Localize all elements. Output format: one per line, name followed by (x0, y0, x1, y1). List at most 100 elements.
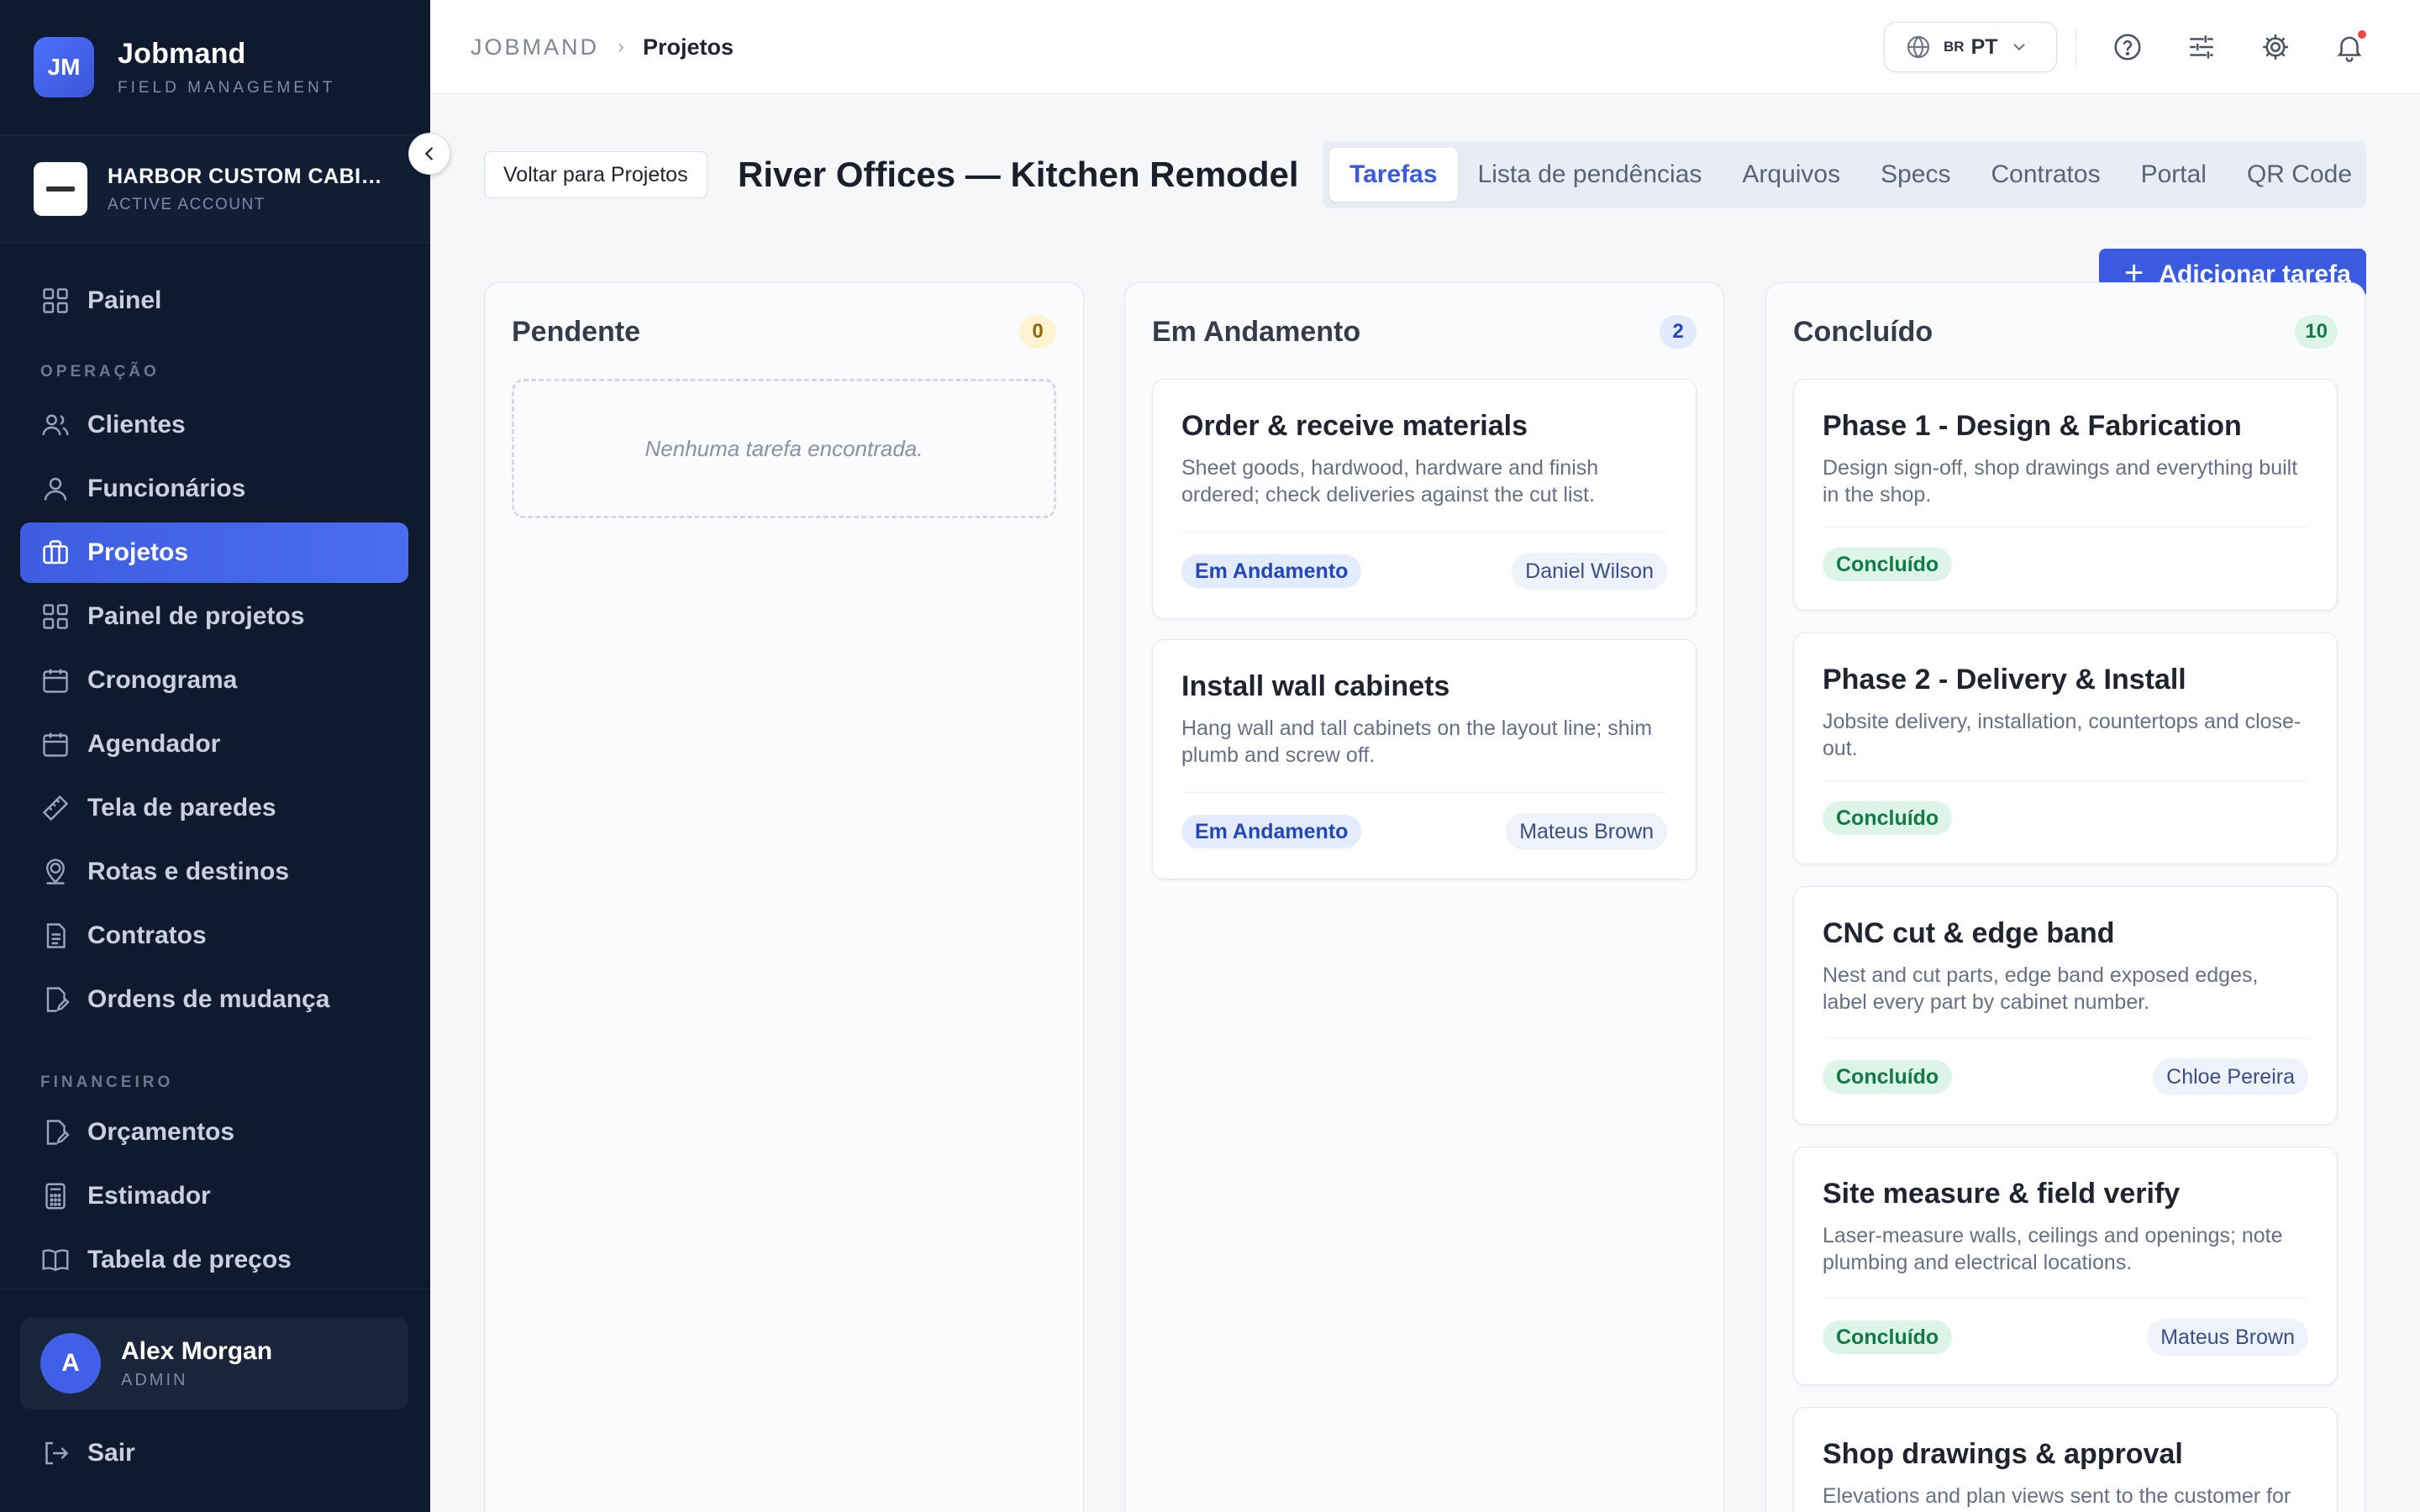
logout-button[interactable]: Sair (40, 1438, 135, 1468)
sidebar-item-rotas-e-destinos[interactable]: Rotas e destinos (20, 842, 408, 902)
task-description: Sheet goods, hardwood, hardware and fini… (1181, 456, 1599, 507)
topbar: JOBMAND › Projetos BR PT (430, 0, 2420, 94)
task-description: Laser-measure walls, ceilings and openin… (1823, 1224, 2283, 1274)
brand-name: Jobmand (118, 37, 246, 70)
tab-qr-code[interactable]: QR Code (2227, 148, 2372, 202)
language-selector[interactable]: BR PT (1884, 22, 2057, 72)
task-card[interactable]: Shop drawings & approval Elevations and … (1793, 1407, 2338, 1512)
assignee-chip[interactable]: Chloe Pereira (2153, 1058, 2308, 1095)
breadcrumb-current: Projetos (643, 34, 734, 60)
grid-icon (43, 604, 68, 629)
notification-dot (2356, 29, 2368, 40)
sidebar-item-label: Contratos (87, 921, 207, 949)
task-title: Site measure & field verify (1823, 1178, 2181, 1210)
sidebar-item-tela-de-paredes[interactable]: Tela de paredes (20, 778, 408, 838)
brand-subtitle: FIELD MANAGEMENT (118, 78, 336, 97)
sidebar-item-funcionarios[interactable]: Funcionários (20, 459, 408, 519)
calculator-icon (45, 1183, 66, 1210)
gear-icon (2262, 34, 2289, 60)
column-count-badge: 0 (1019, 315, 1056, 349)
user-icon (44, 477, 67, 501)
status-badge: Em Andamento (1181, 815, 1362, 848)
sidebar-item-estimador[interactable]: Estimador (20, 1166, 408, 1226)
tab-specs[interactable]: Specs (1860, 148, 1970, 202)
back-to-projects-button[interactable]: Voltar para Projetos (484, 151, 708, 198)
language-flag: BR (1944, 39, 1965, 55)
sidebar-item-painel-de-projetos[interactable]: Painel de projetos (20, 586, 408, 647)
task-description: Nest and cut parts, edge band exposed ed… (1823, 963, 2259, 1014)
sidebar-item-cronograma[interactable]: Cronograma (20, 650, 408, 711)
sidebar-item-contratos[interactable]: Contratos (20, 906, 408, 966)
notifications-button[interactable] (2331, 29, 2368, 66)
account-logo (34, 162, 87, 216)
user-name: Alex Morgan (121, 1336, 273, 1365)
task-card[interactable]: Phase 2 - Delivery & Install Jobsite del… (1793, 633, 2338, 864)
chevron-left-icon (425, 147, 433, 160)
sidebar-item-label: Painel (87, 286, 162, 314)
sidebar-item-label: Orçamentos (87, 1118, 235, 1146)
sidebar-item-label: Ordens de mudança (87, 985, 330, 1013)
help-button[interactable] (2109, 29, 2146, 66)
task-title: CNC cut & edge band (1823, 917, 2115, 949)
sidebar-item-label: Cronograma (87, 666, 238, 694)
page-title: River Offices — Kitchen Remodel (738, 155, 1299, 194)
brand[interactable]: JM Jobmand FIELD MANAGEMENT (34, 37, 335, 97)
nav-section-financeiro: FINANCEIRO (40, 1074, 174, 1091)
status-badge: Concluído (1823, 1320, 1953, 1354)
assignee-chip[interactable]: Mateus Brown (1506, 813, 1667, 850)
account-switcher[interactable]: HARBOR CUSTOM CABIN... ACTIVE ACCOUNT (0, 134, 430, 244)
topbar-divider (2075, 29, 2076, 66)
book-icon (42, 1249, 69, 1272)
task-title: Shop drawings & approval (1823, 1438, 2183, 1470)
sidebar-item-projetos[interactable]: Projetos (20, 522, 408, 583)
user-role: ADMIN (121, 1370, 188, 1389)
task-card[interactable]: Install wall cabinets Hang wall and tall… (1152, 639, 1697, 879)
tab-arquivos[interactable]: Arquivos (1722, 148, 1860, 202)
sidebar-item-label: Tabela de preços (87, 1246, 292, 1273)
sidebar-item-tabela-de-precos[interactable]: Tabela de preços (20, 1230, 408, 1290)
tab-portal[interactable]: Portal (2121, 148, 2227, 202)
user-profile[interactable]: A Alex Morgan ADMIN (20, 1317, 408, 1410)
chevron-down-icon (2013, 44, 2025, 51)
collapse-sidebar-button[interactable] (408, 133, 450, 175)
project-tabs: Tarefas Lista de pendências Arquivos Spe… (1323, 141, 2366, 208)
column-title: Pendente (512, 315, 641, 348)
breadcrumb-root[interactable]: JOBMAND (471, 34, 599, 60)
users-icon (42, 414, 69, 436)
brand-logo: JM (34, 37, 94, 97)
task-description: Hang wall and tall cabinets on the layou… (1181, 717, 1653, 767)
task-card[interactable]: Order & receive materials Sheet goods, h… (1152, 379, 1697, 619)
account-name: HARBOR CUSTOM CABIN... (108, 164, 393, 188)
assignee-chip[interactable]: Mateus Brown (2147, 1319, 2308, 1356)
calendar-icon (43, 732, 68, 757)
task-title: Install wall cabinets (1181, 670, 1450, 702)
sidebar-item-label: Projetos (87, 538, 189, 566)
task-card[interactable]: CNC cut & edge band Nest and cut parts, … (1793, 886, 2338, 1125)
filters-button[interactable] (2183, 29, 2220, 66)
column-count-badge: 2 (1660, 315, 1697, 349)
ruler-icon (42, 795, 69, 822)
tab-tarefas[interactable]: Tarefas (1329, 148, 1458, 202)
task-card[interactable]: Site measure & field verify Laser-measur… (1793, 1147, 2338, 1385)
status-badge: Concluído (1823, 548, 1953, 581)
task-title: Order & receive materials (1181, 410, 1528, 442)
task-description: Elevations and plan views sent to the cu… (1823, 1484, 2291, 1508)
avatar: A (40, 1333, 101, 1394)
sidebar-item-painel[interactable]: Painel (20, 270, 408, 331)
sidebar-item-orcamentos[interactable]: Orçamentos (20, 1102, 408, 1163)
nav-section-operacao: OPERAÇÃO (40, 363, 160, 381)
tab-contratos[interactable]: Contratos (1971, 148, 2121, 202)
document-icon (46, 923, 66, 948)
task-card[interactable]: Phase 1 - Design & Fabrication Design si… (1793, 379, 2338, 611)
tab-lista-de-pendencias[interactable]: Lista de pendências (1458, 148, 1723, 202)
sidebar-item-ordens-de-mudanca[interactable]: Ordens de mudança (20, 969, 408, 1030)
sidebar-item-clientes[interactable]: Clientes (20, 395, 408, 455)
sliders-icon (2190, 35, 2213, 59)
assignee-chip[interactable]: Daniel Wilson (1512, 553, 1667, 590)
sidebar-item-label: Rotas e destinos (87, 858, 290, 885)
status-badge: Em Andamento (1181, 554, 1362, 588)
settings-button[interactable] (2257, 29, 2294, 66)
empty-state: Nenhuma tarefa encontrada. (512, 379, 1056, 518)
sidebar-item-agendador[interactable]: Agendador (20, 714, 408, 774)
breadcrumb: JOBMAND › Projetos (471, 0, 734, 94)
